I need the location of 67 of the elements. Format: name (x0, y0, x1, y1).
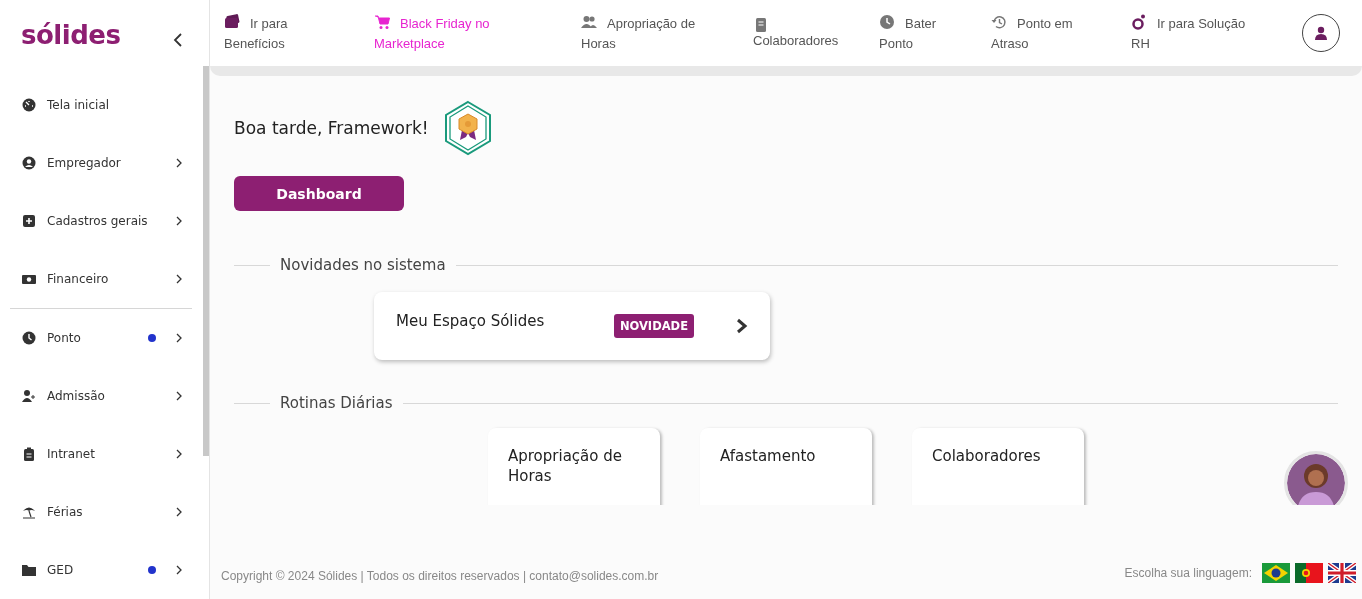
card-title: Colaboradores (932, 446, 1042, 466)
clock-icon (879, 14, 895, 30)
sidebar-item[interactable]: Ponto (0, 309, 192, 367)
sidebar-item[interactable]: Admissão (0, 367, 192, 425)
sidebar-label: GED (47, 563, 75, 577)
sidebar-item[interactable]: Intranet (0, 425, 192, 483)
clipboard-icon (22, 447, 36, 461)
person-icon (22, 156, 36, 170)
dashboard-button[interactable]: Dashboard (234, 176, 404, 211)
nav-link[interactable]: Colaboradores (753, 17, 858, 51)
flag-icon[interactable] (1295, 563, 1323, 583)
clock-icon (22, 331, 36, 345)
sidebar-label: Admissão (47, 389, 106, 403)
history-icon (991, 14, 1007, 30)
beach-icon (22, 505, 36, 519)
plus-icon (22, 214, 36, 228)
routine-card[interactable]: Afastamento (700, 428, 872, 505)
sidebar-item[interactable]: GED (0, 541, 192, 599)
news-card[interactable]: Meu Espaço Sólides NOVIDADE (374, 292, 770, 360)
dashboard-icon (22, 98, 36, 112)
banknote-icon (22, 272, 36, 286)
sidebar-label: Financeiro (47, 272, 110, 286)
scrollbar[interactable] (203, 66, 209, 456)
assistant-avatar[interactable] (1284, 451, 1348, 505)
sidebar-label: Férias (47, 505, 84, 519)
logo[interactable]: sólides (21, 20, 121, 50)
new-badge: NOVIDADE (613, 314, 694, 338)
sidebar-label: Cadastros gerais (47, 214, 149, 228)
section-title: Novidades no sistema (280, 256, 446, 274)
nav-link[interactable]: Apropriação de Horas (581, 14, 711, 54)
sidebar-item[interactable]: Férias (0, 483, 192, 541)
greeting: Boa tarde, Framework! (234, 118, 429, 138)
sidebar-item[interactable]: Cadastros gerais (0, 192, 192, 250)
sidebar-label: Intranet (47, 447, 96, 461)
add-person-icon (22, 389, 36, 403)
nav-link[interactable]: Black Friday no Marketplace (374, 14, 539, 54)
language-label: Escolha sua linguagem: (1124, 566, 1252, 580)
nav-link[interactable]: Bater Ponto (879, 14, 954, 54)
wallet-icon (224, 14, 240, 30)
logo-icon (1131, 14, 1147, 30)
sidebar-label: Ponto (47, 331, 82, 345)
sidebar-item[interactable]: Tela inicial (0, 76, 192, 134)
sidebar-label: Empregador (47, 156, 122, 170)
flag-icon[interactable] (1262, 563, 1290, 583)
nav-link[interactable]: Ir para Benefícios (224, 14, 324, 54)
folder-icon (22, 563, 36, 577)
card-title: Afastamento (720, 446, 817, 466)
sidebar-label: Tela inicial (47, 98, 111, 112)
medal-badge-icon (442, 100, 493, 156)
flag-icon[interactable] (1328, 563, 1356, 583)
card-title: Apropriação de Horas (508, 446, 623, 486)
card-title: Meu Espaço Sólides (396, 312, 546, 330)
sidebar-item[interactable]: Empregador (0, 134, 192, 192)
sidebar-item[interactable]: Financeiro (0, 250, 192, 308)
people-icon (581, 14, 597, 30)
copyright-text: Copyright © 2024 Sólides | Todos os direitos reservados | contato@solides.com.br (221, 569, 659, 583)
chevron-icon (736, 318, 748, 334)
user-avatar-button[interactable] (1302, 14, 1340, 52)
routine-card[interactable]: Apropriação de Horas (488, 428, 660, 505)
section-title: Rotinas Diárias (280, 394, 393, 412)
book-icon (753, 17, 769, 33)
collapse-icon[interactable] (173, 33, 183, 47)
routine-card[interactable]: Colaboradores (912, 428, 1084, 505)
nav-link[interactable]: Ir para Solução RH (1131, 14, 1256, 54)
nav-link[interactable]: Ponto em Atraso (991, 14, 1086, 54)
person-icon (1314, 26, 1328, 40)
cart-icon (374, 14, 390, 30)
